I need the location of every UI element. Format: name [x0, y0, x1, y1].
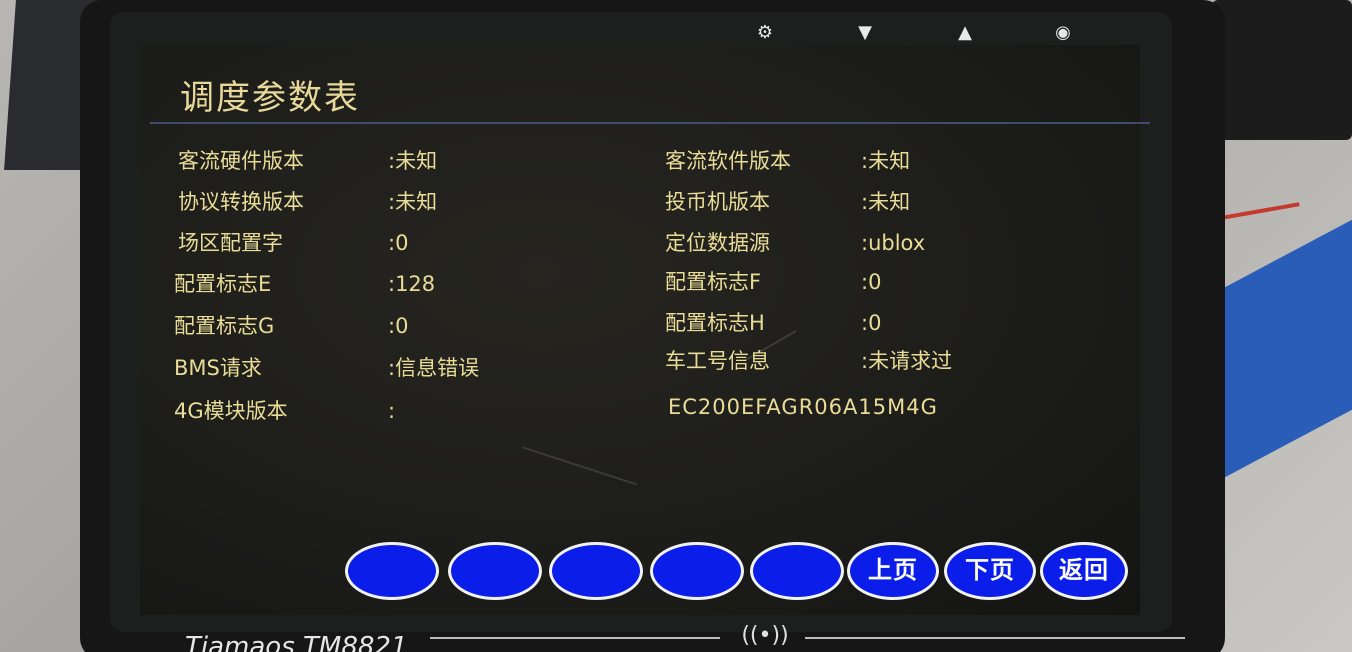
field-label: 投币机版本: [665, 190, 770, 214]
field-row: 投币机版本 :未知: [665, 187, 965, 217]
soft-button-5[interactable]: [750, 542, 844, 600]
screen-scratch: [522, 446, 638, 486]
field-value: :未请求过: [861, 349, 953, 373]
field-label: 4G模块版本: [174, 399, 288, 423]
field-row: BMS请求 :信息错误: [174, 353, 554, 383]
field-value: :: [388, 399, 396, 423]
field-label: 协议转换版本: [178, 190, 304, 214]
prev-page-button[interactable]: 上页: [847, 542, 939, 600]
photo-scene: ⚙ ▼ ▲ ◉ 调度参数表 客流硬件版本 :未知 协议转换版本 :未知 场区配置…: [0, 0, 1352, 652]
field-row: 客流硬件版本 :未知: [178, 146, 478, 176]
field-value: :0: [861, 311, 882, 335]
triangle-up-icon[interactable]: ▲: [952, 20, 978, 46]
field-label: 客流软件版本: [665, 149, 791, 173]
field-row: 定位数据源 :ublox: [665, 228, 965, 258]
field-value: :0: [388, 231, 409, 255]
field-row: 协议转换版本 :未知: [178, 187, 478, 217]
nfc-icon: ((•)): [741, 623, 789, 648]
field-value: :未知: [388, 149, 438, 173]
field-value: :未知: [861, 190, 911, 214]
field-row: 车工号信息 :未请求过: [665, 346, 1025, 376]
cable-connector: [1212, 0, 1352, 140]
field-label: 配置标志H: [665, 311, 765, 335]
blue-panel: [1225, 212, 1352, 478]
field-value: :信息错误: [388, 356, 480, 380]
field-label: BMS请求: [174, 356, 262, 380]
page-title: 调度参数表: [180, 78, 360, 118]
field-value: :128: [388, 272, 436, 296]
field-row: 4G模块版本 :: [174, 396, 474, 426]
field-value: :未知: [861, 149, 911, 173]
field-label: 配置标志E: [174, 272, 272, 296]
soft-button-bar: 上页 下页 返回: [345, 542, 1135, 602]
bezel-line: [805, 637, 1185, 639]
back-button[interactable]: 返回: [1040, 542, 1128, 600]
field-label: 车工号信息: [665, 349, 770, 373]
field-row: 配置标志F :0: [665, 267, 965, 297]
hardware-key-row: ⚙ ▼ ▲ ◉: [740, 20, 1100, 46]
field-label: 场区配置字: [178, 231, 283, 255]
field-value: :未知: [388, 190, 438, 214]
field-row: 配置标志H :0: [665, 308, 965, 338]
field-label: 客流硬件版本: [178, 149, 304, 173]
device-brand: Tiamaos TM8821: [185, 632, 408, 652]
field-label: 配置标志F: [665, 270, 762, 294]
soft-button-4[interactable]: [650, 542, 744, 600]
next-page-button[interactable]: 下页: [944, 542, 1036, 600]
title-divider: [150, 122, 1150, 124]
field-row: 场区配置字 :0: [178, 228, 478, 258]
soft-button-3[interactable]: [549, 542, 643, 600]
field-row: 客流软件版本 :未知: [665, 146, 965, 176]
gear-icon[interactable]: ⚙: [752, 20, 778, 46]
bezel-line: [430, 637, 720, 639]
triangle-down-icon[interactable]: ▼: [852, 20, 878, 46]
field-row: 配置标志E :128: [174, 269, 474, 299]
module-version-value: EC200EFAGR06A15M4G: [668, 395, 938, 419]
soft-button-2[interactable]: [448, 542, 542, 600]
field-value: :ublox: [861, 231, 926, 255]
circle-dot-icon[interactable]: ◉: [1050, 20, 1076, 46]
field-row: 配置标志G :0: [174, 311, 474, 341]
field-label: 配置标志G: [174, 314, 275, 338]
soft-button-1[interactable]: [345, 542, 439, 600]
field-value: :0: [861, 270, 882, 294]
field-value: :0: [388, 314, 409, 338]
field-label: 定位数据源: [665, 231, 770, 255]
